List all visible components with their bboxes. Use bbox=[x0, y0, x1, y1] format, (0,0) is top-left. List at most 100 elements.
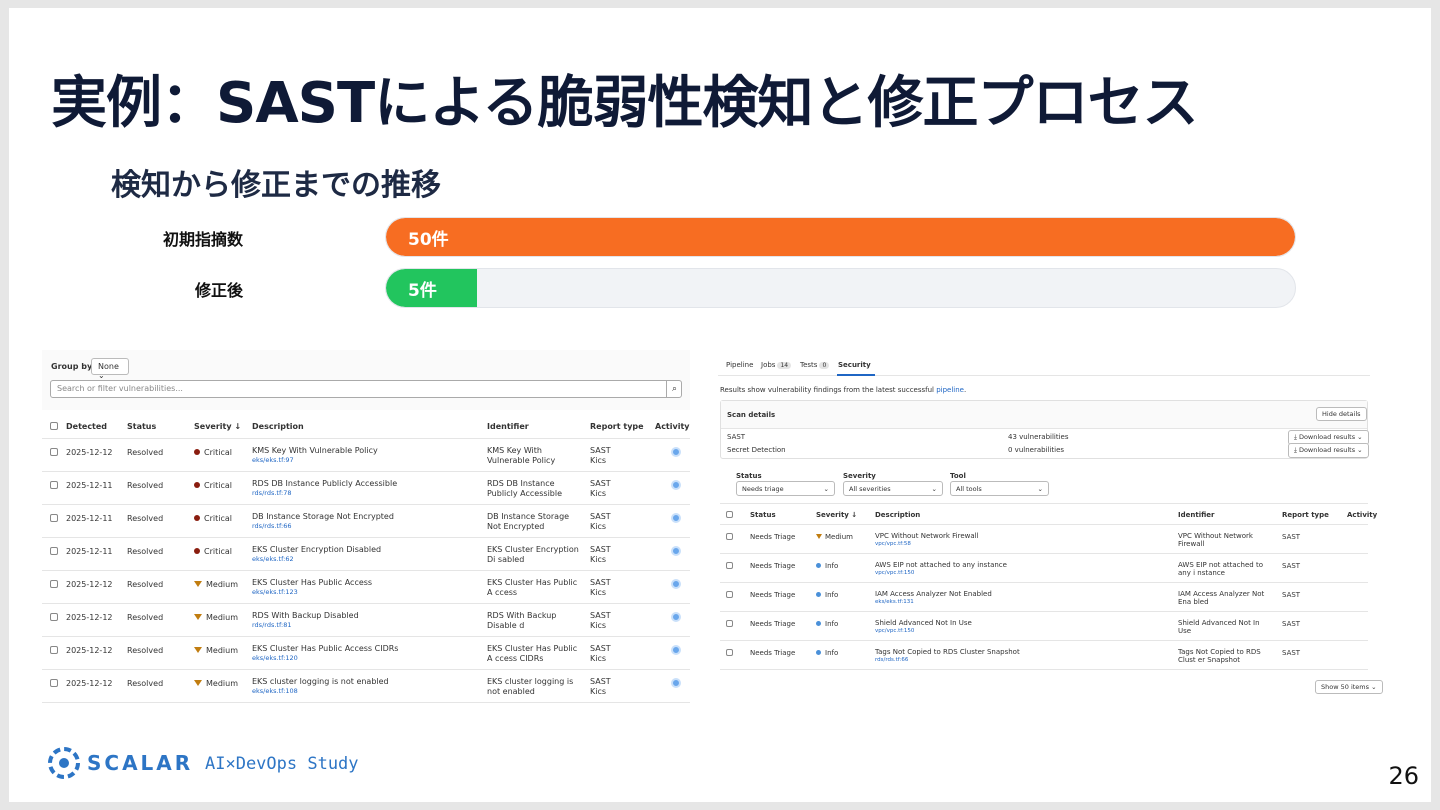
table-header: Detected Status Severity ↓ Description I… bbox=[42, 414, 690, 439]
table-row[interactable]: 2025-12-12 Resolved Critical KMS Key With V… bbox=[42, 439, 690, 472]
resolved-activity-icon[interactable] bbox=[671, 579, 681, 589]
description[interactable]: EKS Cluster Encryption Disabled eks/eks.t… bbox=[252, 545, 472, 564]
resolved-activity-icon[interactable] bbox=[671, 612, 681, 622]
description[interactable]: VPC Without Network Firewall vpc/vpc.tf:5… bbox=[875, 532, 1165, 548]
table-row[interactable]: Needs Triage Info IAM Access Analyzer Not … bbox=[720, 583, 1368, 612]
table-row[interactable]: Needs Triage Info Tags Not Copied to RDS C… bbox=[720, 641, 1368, 670]
row-checkbox[interactable] bbox=[50, 679, 58, 687]
table-row[interactable]: 2025-12-12 Resolved Medium EKS cluster logg… bbox=[42, 670, 690, 703]
resolved-activity-icon[interactable] bbox=[671, 447, 681, 457]
table-row[interactable]: Needs Triage Info AWS EIP not attached to … bbox=[720, 554, 1368, 583]
table-row[interactable]: Needs Triage Info Shield Advanced Not In U… bbox=[720, 612, 1368, 641]
file-path-link[interactable]: vpc/vpc.tf:150 bbox=[875, 627, 1165, 635]
hide-details-button[interactable]: Hide details bbox=[1316, 407, 1367, 421]
description[interactable]: Tags Not Copied to RDS Cluster Snapshot r… bbox=[875, 648, 1165, 664]
row-checkbox[interactable] bbox=[50, 481, 58, 489]
file-path-link[interactable]: eks/eks.tf:131 bbox=[875, 598, 1165, 606]
file-path-link[interactable]: rds/rds.tf:78 bbox=[252, 489, 472, 498]
file-path-link[interactable]: eks/eks.tf:108 bbox=[252, 687, 472, 696]
col-report-type[interactable]: Report type bbox=[590, 422, 644, 432]
file-path-link[interactable]: eks/eks.tf:97 bbox=[252, 456, 472, 465]
col-severity[interactable]: Severity ↓ bbox=[194, 422, 241, 432]
row-checkbox[interactable] bbox=[726, 591, 733, 598]
row-checkbox[interactable] bbox=[50, 613, 58, 621]
row-checkbox[interactable] bbox=[50, 547, 58, 555]
status-filter-select[interactable]: Needs triage ⌄ bbox=[736, 481, 835, 496]
resolved-activity-icon[interactable] bbox=[671, 480, 681, 490]
row-checkbox[interactable] bbox=[50, 646, 58, 654]
description[interactable]: EKS Cluster Has Public Access eks/eks.tf:… bbox=[252, 578, 472, 597]
col-status[interactable]: Status bbox=[127, 422, 156, 432]
col-activity[interactable]: Activity bbox=[1347, 511, 1377, 519]
col-detected[interactable]: Detected bbox=[66, 422, 107, 432]
description[interactable]: Shield Advanced Not In Use vpc/vpc.tf:150 bbox=[875, 619, 1165, 635]
resolved-activity-icon[interactable] bbox=[671, 513, 681, 523]
severity: Medium bbox=[816, 533, 853, 541]
description[interactable]: AWS EIP not attached to any instance vpc/… bbox=[875, 561, 1165, 577]
severity: Critical bbox=[194, 547, 232, 557]
report-type-label: SAST bbox=[590, 512, 611, 521]
row-checkbox[interactable] bbox=[50, 580, 58, 588]
group-by-select[interactable]: None ⌄ bbox=[91, 358, 129, 380]
page-size-select[interactable]: Show 50 items ⌄ bbox=[1315, 680, 1383, 694]
col-status[interactable]: Status bbox=[750, 511, 776, 519]
table-row[interactable]: Needs Triage Medium VPC Without Network Fi… bbox=[720, 525, 1368, 554]
row-checkbox[interactable] bbox=[726, 649, 733, 656]
description[interactable]: IAM Access Analyzer Not Enabled eks/eks.t… bbox=[875, 590, 1165, 606]
detected-date: 2025-12-11 bbox=[66, 481, 113, 490]
row-checkbox[interactable] bbox=[50, 448, 58, 456]
file-path-link[interactable]: eks/eks.tf:62 bbox=[252, 555, 472, 564]
description[interactable]: EKS cluster logging is not enabled eks/ek… bbox=[252, 677, 472, 696]
file-path-link[interactable]: eks/eks.tf:120 bbox=[252, 654, 472, 663]
search-input[interactable]: Search or filter vulnerabilities... bbox=[50, 380, 682, 398]
tool-label: Kics bbox=[590, 489, 607, 498]
tab-security[interactable]: Security bbox=[838, 361, 871, 369]
tab-tests[interactable]: Tests 0 bbox=[800, 361, 830, 369]
file-path-link[interactable]: rds/rds.tf:66 bbox=[875, 656, 1165, 664]
col-activity[interactable]: Activity bbox=[655, 422, 690, 432]
resolved-activity-icon[interactable] bbox=[671, 645, 681, 655]
row-checkbox[interactable] bbox=[726, 533, 733, 540]
report-type: SAST Kics bbox=[590, 644, 611, 664]
severity: Info bbox=[816, 620, 838, 628]
table-row[interactable]: 2025-12-12 Resolved Medium RDS With Backup … bbox=[42, 604, 690, 637]
col-report-type[interactable]: Report type bbox=[1282, 511, 1329, 519]
file-path-link[interactable]: rds/rds.tf:81 bbox=[252, 621, 472, 630]
col-description[interactable]: Description bbox=[252, 422, 304, 432]
table-row[interactable]: 2025-12-11 Resolved Critical RDS DB Instanc… bbox=[42, 472, 690, 505]
resolved-activity-icon[interactable] bbox=[671, 546, 681, 556]
table-row[interactable]: 2025-12-12 Resolved Medium EKS Cluster Has … bbox=[42, 637, 690, 670]
description[interactable]: RDS With Backup Disabled rds/rds.tf:81 bbox=[252, 611, 472, 630]
description[interactable]: EKS Cluster Has Public Access CIDRs eks/e… bbox=[252, 644, 472, 663]
col-severity[interactable]: Severity ↓ bbox=[816, 511, 857, 519]
tool-filter-select[interactable]: All tools ⌄ bbox=[950, 481, 1049, 496]
col-identifier[interactable]: Identifier bbox=[487, 422, 529, 432]
description[interactable]: DB Instance Storage Not Encrypted rds/rds… bbox=[252, 512, 472, 531]
file-path-link[interactable]: vpc/vpc.tf:150 bbox=[875, 569, 1165, 577]
file-path-link[interactable]: eks/eks.tf:123 bbox=[252, 588, 472, 597]
select-all-checkbox[interactable] bbox=[50, 422, 58, 430]
table-row[interactable]: 2025-12-11 Resolved Critical DB Instance St… bbox=[42, 505, 690, 538]
pipeline-link[interactable]: pipeline bbox=[936, 386, 964, 394]
description[interactable]: RDS DB Instance Publicly Accessible rds/r… bbox=[252, 479, 472, 498]
severity-filter-select[interactable]: All severities ⌄ bbox=[843, 481, 943, 496]
file-path-link[interactable]: rds/rds.tf:66 bbox=[252, 522, 472, 531]
info-icon bbox=[816, 650, 821, 655]
row-checkbox[interactable] bbox=[726, 562, 733, 569]
detected-date: 2025-12-11 bbox=[66, 547, 113, 556]
search-icon[interactable]: ⌕ bbox=[666, 380, 682, 398]
col-description[interactable]: Description bbox=[875, 511, 920, 519]
col-identifier[interactable]: Identifier bbox=[1178, 511, 1214, 519]
download-results-button[interactable]: ⤓ Download results ⌄ bbox=[1288, 443, 1369, 458]
row-checkbox[interactable] bbox=[50, 514, 58, 522]
table-row[interactable]: 2025-12-11 Resolved Critical EKS Cluster En… bbox=[42, 538, 690, 571]
row-checkbox[interactable] bbox=[726, 620, 733, 627]
tab-pipeline[interactable]: Pipeline bbox=[726, 361, 753, 369]
severity-label: Medium bbox=[206, 646, 238, 655]
file-path-link[interactable]: vpc/vpc.tf:58 bbox=[875, 540, 1165, 548]
tab-jobs[interactable]: Jobs 14 bbox=[761, 361, 792, 369]
table-row[interactable]: 2025-12-12 Resolved Medium EKS Cluster Has … bbox=[42, 571, 690, 604]
description[interactable]: KMS Key With Vulnerable Policy eks/eks.tf… bbox=[252, 446, 472, 465]
resolved-activity-icon[interactable] bbox=[671, 678, 681, 688]
select-all-checkbox[interactable] bbox=[726, 511, 733, 518]
